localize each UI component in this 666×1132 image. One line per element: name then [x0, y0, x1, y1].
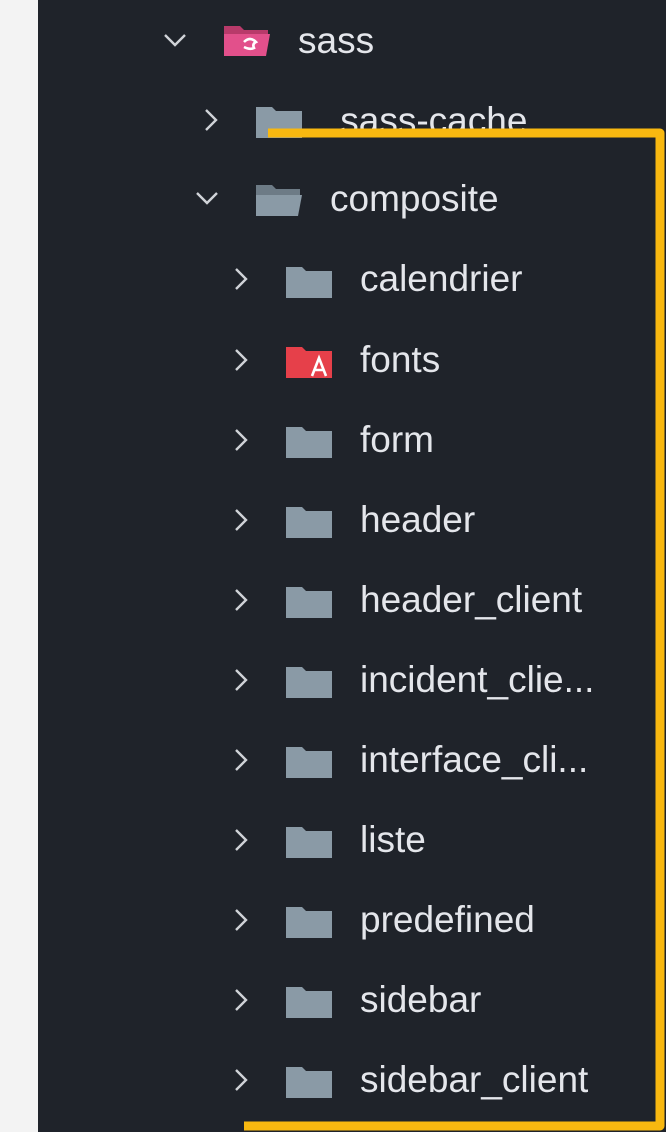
- folder-icon: [284, 824, 334, 860]
- folder-icon: [284, 1064, 334, 1100]
- folder-icon: [284, 264, 334, 300]
- chevron-right-icon[interactable]: [228, 827, 254, 853]
- folder-icon: [284, 744, 334, 780]
- folder-icon: [284, 504, 334, 540]
- chevron-right-icon[interactable]: [228, 747, 254, 773]
- folder-icon: [254, 104, 304, 140]
- folder-icon: [284, 984, 334, 1020]
- chevron-right-icon[interactable]: [228, 907, 254, 933]
- tree-item-label: sidebar_client: [360, 1059, 589, 1100]
- tree-item-label: composite: [330, 178, 499, 219]
- tree-item-label: header: [360, 499, 476, 540]
- chevron-right-icon[interactable]: [228, 266, 254, 292]
- chevron-right-icon[interactable]: [228, 427, 254, 453]
- tree-item-label: interface_cli...: [360, 739, 589, 780]
- tree-item-label: fonts: [360, 339, 441, 380]
- file-explorer-panel: sass .sass-cache composite calendrier fo…: [38, 0, 666, 1132]
- tree-item-label: calendrier: [360, 258, 523, 299]
- chevron-right-icon[interactable]: [228, 1067, 254, 1093]
- chevron-right-icon[interactable]: [228, 667, 254, 693]
- folder-open-icon: [254, 182, 304, 218]
- tree-item-label: header_client: [360, 579, 583, 620]
- chevron-down-icon[interactable]: [194, 185, 220, 211]
- tree-item-label: incident_clie...: [360, 659, 595, 700]
- chevron-down-icon[interactable]: [162, 27, 188, 53]
- tree-item-label: .sass-cache: [330, 100, 528, 141]
- folder-icon: [284, 584, 334, 620]
- folder-icon: [284, 424, 334, 460]
- tree-item-label: liste: [360, 819, 426, 860]
- tree-item-label: sass: [298, 20, 375, 61]
- folder-icon: [284, 904, 334, 940]
- fonts-folder-icon: [284, 344, 334, 380]
- chevron-right-icon[interactable]: [228, 347, 254, 373]
- tree-item-label: predefined: [360, 899, 535, 940]
- chevron-right-icon[interactable]: [228, 507, 254, 533]
- chevron-right-icon[interactable]: [198, 107, 224, 133]
- sass-folder-open-icon: [222, 22, 272, 58]
- tree-item-label: sidebar: [360, 979, 482, 1020]
- tree-item-label: form: [360, 419, 434, 460]
- chevron-right-icon[interactable]: [228, 587, 254, 613]
- folder-icon: [284, 664, 334, 700]
- chevron-right-icon[interactable]: [228, 987, 254, 1013]
